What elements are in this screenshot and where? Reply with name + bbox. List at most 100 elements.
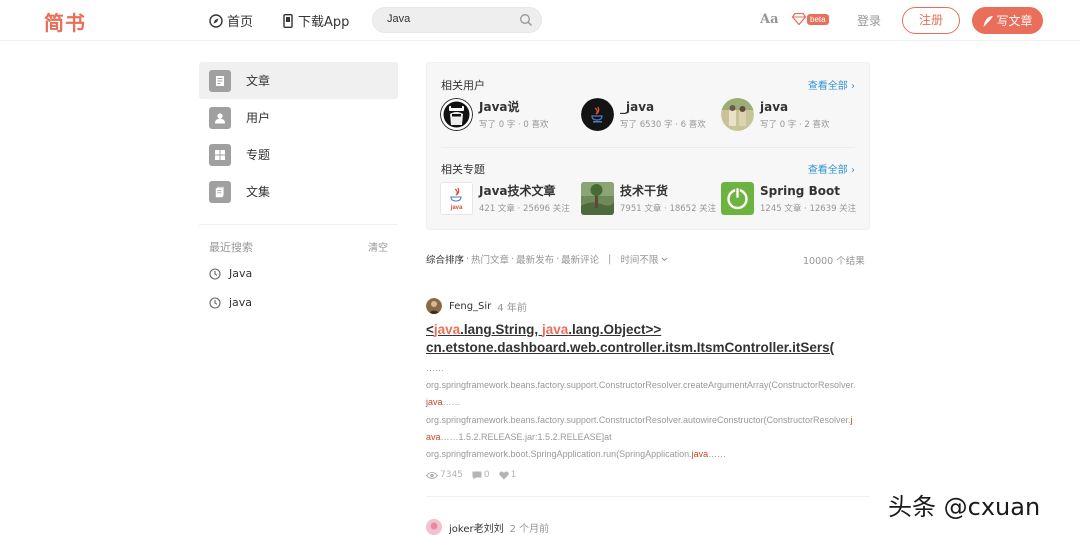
related-topic-meta: 7951 文章 · 18652 关注 [620,203,717,214]
related-topic-card[interactable]: Spring Boot 1245 文章 · 12639 关注 [721,182,856,215]
search-box [372,7,542,33]
title-highlight: java [433,322,461,337]
compass-icon [209,13,223,28]
svg-text:java: java [450,205,463,211]
write-article-label: 写文章 [996,14,1033,28]
related-user-card[interactable]: Java说 写了 0 字 · 0 喜欢 [440,98,549,131]
recent-search-item[interactable]: java [209,296,252,309]
related-user-name: java [760,99,789,114]
related-topic-name: 技术干货 [620,183,669,198]
search-type-menu: 文章 用户 专题 文集 [199,62,398,210]
related-topic-card[interactable]: 技术干货 7951 文章 · 18652 关注 [581,182,716,215]
sidebar-item-collections[interactable]: 专题 [199,136,398,173]
phone-icon [283,13,293,28]
related-divider [441,147,855,148]
article-author: joker老刘刘 2 个月前 [426,519,549,535]
recent-search-label: java [229,296,253,309]
topic-cover-image [581,182,614,215]
author-name[interactable]: joker老刘刘 [449,520,504,535]
top-navbar: 简书 首页 下载App Aa beta 登录 注册 写文章 [0,0,1080,41]
article-author: Feng_Sir 4 年前 [426,298,527,314]
sort-separator: · [511,253,515,265]
time-filter-label: 时间不限 [620,255,659,266]
sort-bar-divider: | [608,253,612,265]
title-line-2: cn.etstone.dashboard.web.controller.itsm… [426,340,835,355]
abstract-line: org.springframework.beans.factory.suppor… [426,414,851,425]
beta-tag: beta [807,13,829,25]
related-panel: 相关用户 查看全部 › Java说 写了 0 字 · 0 喜欢 _java 写了… [426,62,870,230]
related-user-card[interactable]: _java 写了 6530 字 · 6 喜欢 [581,98,706,131]
sidebar-item-notebooks[interactable]: 文集 [199,173,398,210]
related-topic-card[interactable]: java Java技术文章 421 文章 · 25696 关注 [440,182,570,215]
sidebar-item-label: 文章 [246,74,271,88]
sidebar-item-label: 文集 [246,185,271,199]
watermark: 头条 @cxuan [888,493,1041,521]
abstract-highlight: ava [426,431,441,442]
abstract-line: ……1.5.2.RELEASE.jar:1.5.2.RELEASE]at [440,431,612,442]
abstract-line: …… [442,397,461,408]
recent-search-item[interactable]: Java [209,267,252,280]
avatar [581,98,614,131]
time-filter-dropdown[interactable]: 时间不限 [620,252,669,266]
nav-download-app[interactable]: 下载App [282,11,349,30]
search-input[interactable] [387,13,507,25]
related-topics-title: 相关专题 [441,163,485,176]
sidebar-item-users[interactable]: 用户 [199,99,398,136]
sort-bar: 综合排序 · 热门文章 · 最新发布 · 最新评论 | 时间不限 [426,252,860,266]
feather-icon [983,15,994,26]
search-icon[interactable] [519,13,533,27]
sort-option-latest[interactable]: 最新发布 [516,252,554,266]
abstract-highlight: j [850,414,853,425]
nav-home-label: 首页 [227,15,254,30]
related-users-more-link[interactable]: 查看全部 › [808,77,855,92]
clear-recent-button[interactable]: 清空 [368,239,388,254]
collection-icon [209,143,231,166]
related-topic-meta: 421 文章 · 25696 关注 [479,203,570,214]
article-time: 2 个月前 [509,523,550,535]
comment-icon [472,471,482,479]
nav-download-label: 下载App [298,15,350,30]
comments-stat[interactable]: 0 [472,470,490,480]
avatar [721,98,754,131]
clock-icon [209,296,221,309]
article-divider [426,496,870,497]
sort-option-latest-comment[interactable]: 最新评论 [561,252,599,266]
related-topics-more-link[interactable]: 查看全部 › [808,161,855,176]
related-topic-meta: 1245 文章 · 12639 关注 [760,203,857,214]
font-size-toggle[interactable]: Aa [760,12,779,27]
logo[interactable]: 简书 [44,7,86,36]
clock-icon [209,267,221,280]
eye-icon [426,471,438,479]
login-link[interactable]: 登录 [857,12,881,29]
article-title[interactable]: <java.lang.String, java.lang.Object>> cn… [426,321,866,357]
avatar[interactable] [426,298,442,314]
title-part: < [426,322,434,337]
write-article-button[interactable]: 写文章 [972,7,1043,34]
related-topic-name: Java技术文章 [479,183,556,198]
related-user-name: Java说 [479,99,520,114]
avatar[interactable] [426,519,442,535]
likes-stat[interactable]: 1 [498,470,517,480]
sort-option-hot[interactable]: 热门文章 [471,252,509,266]
sort-option-comprehensive[interactable]: 综合排序 [426,252,464,266]
author-name[interactable]: Feng_Sir [449,301,491,312]
related-user-card[interactable]: java 写了 0 字 · 2 喜欢 [721,98,830,131]
views-count: 7345 [440,470,463,480]
heart-icon [498,470,509,479]
nav-home[interactable]: 首页 [209,11,253,30]
beta-badge[interactable]: beta [792,13,829,25]
comments-count: 0 [483,470,490,480]
sidebar-item-articles[interactable]: 文章 [199,62,398,99]
related-users-title: 相关用户 [441,79,485,92]
signup-button[interactable]: 注册 [902,7,960,34]
likes-count: 1 [510,470,517,480]
user-icon [209,106,231,129]
article-icon [209,69,231,92]
spring-boot-icon [721,182,754,215]
related-user-meta: 写了 6530 字 · 6 喜欢 [620,119,706,130]
article-abstract: …… org.springframework.beans.factory.sup… [426,360,868,463]
views-stat: 7345 [426,470,463,480]
title-part: .lang.Object>> [568,322,662,337]
abstract-highlight: java [426,397,443,408]
notebook-icon [209,180,231,203]
